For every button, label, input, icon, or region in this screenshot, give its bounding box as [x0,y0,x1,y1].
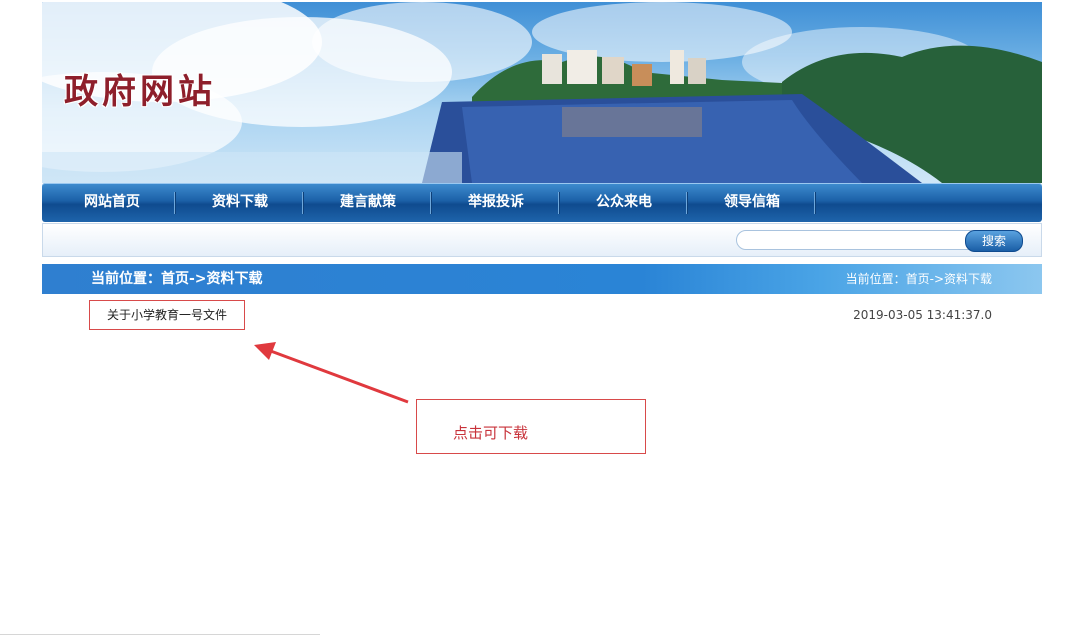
header-banner: 政府网站 [42,2,1042,183]
nav-item-public-calls[interactable]: 公众来电 [560,183,688,222]
nav-item-downloads[interactable]: 资料下载 [176,183,304,222]
nav-item-leader-mailbox[interactable]: 领导信箱 [688,183,816,222]
annotation-callout: 点击可下载 [416,399,646,454]
site-title: 政府网站 [64,72,216,112]
search-bar: 搜索 [42,223,1042,257]
document-date: 2019-03-05 13:41:37.0 [853,308,992,322]
list-item: 关于小学教育一号文件 2019-03-05 13:41:37.0 [42,300,1042,330]
nav-item-suggestions[interactable]: 建言献策 [304,183,432,222]
annotation-arrow [254,342,409,404]
breadcrumb: 当前位置：首页->资料下载 [91,271,263,287]
breadcrumb-right: 当前位置：首页->资料下载 [845,272,992,286]
search-input[interactable] [736,230,980,250]
nav-divider [814,192,816,214]
location-bar: 当前位置：首页->资料下载 当前位置：首页->资料下载 [42,264,1042,294]
search-button[interactable]: 搜索 [965,230,1023,252]
nav-item-complaints[interactable]: 举报投诉 [432,183,560,222]
nav-item-home[interactable]: 网站首页 [48,183,176,222]
bottom-divider [0,634,320,635]
main-navigation: 网站首页 资料下载 建言献策 举报投诉 公众来电 领导信箱 [42,183,1042,222]
document-link[interactable]: 关于小学教育一号文件 [89,300,245,330]
annotation-text: 点击可下载 [453,424,529,442]
